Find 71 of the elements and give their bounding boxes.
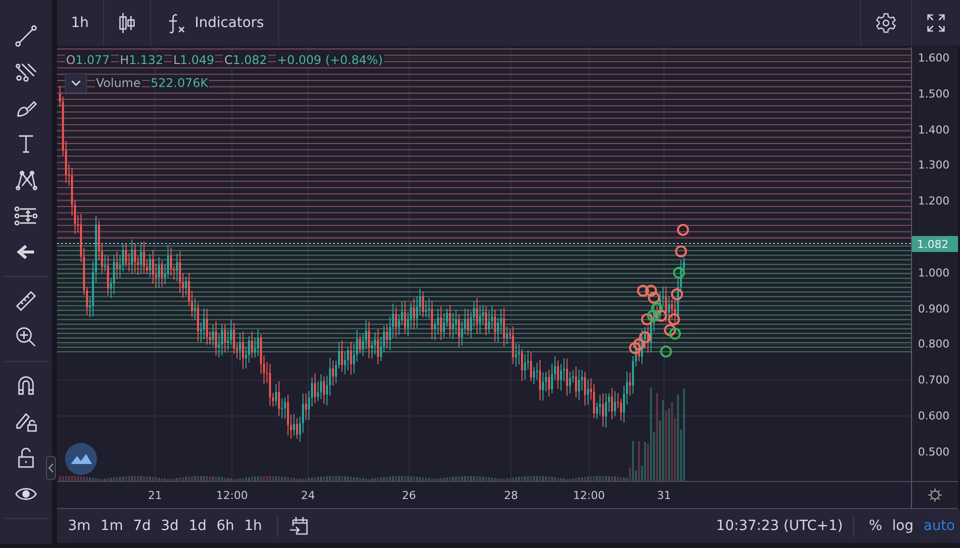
indicators-button[interactable]: Indicators: [150, 0, 279, 46]
trade-marker: [651, 302, 663, 315]
price-label: 0.900: [918, 302, 950, 316]
price-label: 1.500: [918, 87, 950, 100]
time-label: 26: [402, 489, 416, 502]
range-button[interactable]: 6h: [211, 518, 240, 534]
price-label: 1.300: [918, 158, 950, 172]
scale-option[interactable]: auto: [918, 518, 960, 534]
trade-marker: [668, 313, 680, 326]
trade-marker: [633, 338, 645, 350]
price-label: 0.600: [918, 410, 950, 422]
price-label: 0.500: [918, 445, 950, 458]
trade-marker: [660, 346, 672, 358]
ohlc-value: O1.077: [65, 53, 111, 67]
trade-marker: [671, 288, 683, 300]
trade-marker: [675, 245, 687, 258]
trade-marker: [664, 324, 676, 336]
trend-line-icon[interactable]: [14, 24, 38, 48]
ruler-icon[interactable]: [14, 289, 38, 313]
price-label: 1.600: [918, 52, 950, 64]
trade-marker: [648, 292, 660, 304]
interval-button[interactable]: 1h: [57, 0, 104, 46]
scale-option[interactable]: %: [864, 518, 888, 534]
measure-lines-icon[interactable]: [14, 204, 38, 228]
price-label: 0.800: [918, 338, 950, 351]
pattern-icon[interactable]: [14, 168, 38, 192]
pencil-lock-icon[interactable]: [14, 410, 38, 434]
time-label: 12:00: [216, 489, 248, 502]
trade-marker: [677, 224, 689, 236]
ohlc-value: H1.132: [118, 53, 164, 67]
trade-marker: [655, 310, 667, 322]
current-price-label: 1.082: [912, 236, 958, 252]
trade-marker: [673, 266, 685, 279]
range-button[interactable]: 1m: [96, 518, 128, 534]
trade-marker: [629, 342, 641, 354]
time-label: 21: [148, 489, 162, 502]
fullscreen-icon: [926, 13, 946, 33]
time-label: 12:00: [573, 489, 605, 502]
chevron-left-icon: [48, 463, 54, 473]
time-label: 24: [301, 489, 315, 502]
volume-label: Volume: [95, 76, 142, 90]
volume-value: 522.076K: [150, 76, 210, 90]
collapse-toolbar-button[interactable]: [46, 456, 56, 480]
trade-marker: [639, 331, 651, 344]
time-label: 31: [657, 489, 671, 502]
zoom-in-icon[interactable]: [14, 325, 38, 349]
trade-marker: [669, 328, 681, 340]
range-button[interactable]: 1h: [239, 518, 268, 534]
range-button[interactable]: 3d: [156, 518, 184, 534]
ohlc-value: L1.049: [172, 53, 216, 67]
logo-icon[interactable]: [65, 443, 97, 475]
trade-marker: [637, 284, 649, 297]
price-label: 1.200: [918, 194, 950, 208]
price-label: 1.400: [918, 123, 950, 136]
price-label: 1.000: [918, 266, 950, 280]
go-to-date-icon[interactable]: [288, 515, 310, 537]
scale-option[interactable]: log: [887, 518, 918, 534]
ohlc-value: C1.082: [223, 53, 268, 67]
clock: 10:37:23 (UTC+1): [716, 518, 843, 534]
chevron-down-icon: [71, 80, 81, 86]
candles-icon: [118, 12, 136, 34]
collapse-legend-button[interactable]: [65, 73, 87, 93]
time-label: 28: [504, 489, 518, 502]
trade-marker: [641, 313, 653, 326]
range-button[interactable]: 7d: [128, 518, 156, 534]
price-change: +0.009 (+0.84%): [276, 53, 384, 67]
range-button[interactable]: 3m: [63, 518, 96, 534]
range-button[interactable]: 1d: [184, 518, 212, 534]
trade-marker: [647, 310, 659, 322]
trade-marker: [645, 284, 657, 297]
price-label: 0.700: [918, 374, 950, 387]
